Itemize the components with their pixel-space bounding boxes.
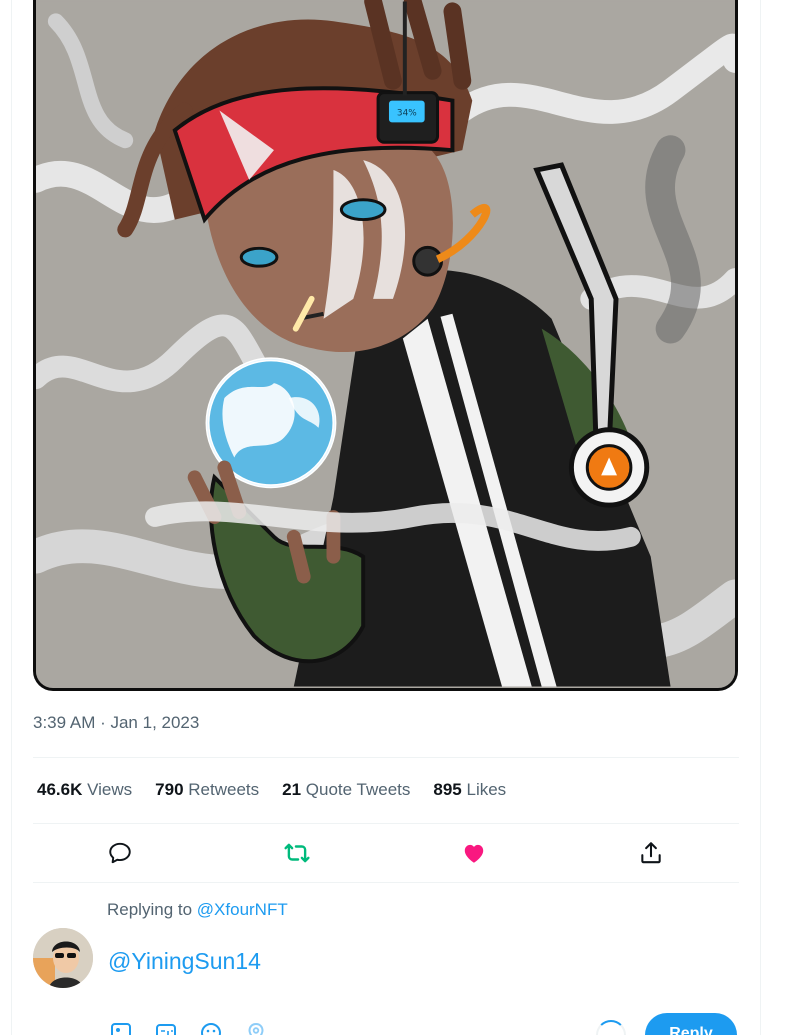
share-button[interactable]	[634, 836, 668, 870]
avatar[interactable]	[33, 928, 93, 988]
replying-prefix: Replying to	[107, 900, 193, 919]
tweet-stats: 46.6K Views 790 Retweets 21 Quote Tweets…	[37, 780, 529, 800]
stat-value: 46.6K	[37, 780, 83, 799]
stat-label: Retweets	[188, 780, 260, 799]
reply-composer-input[interactable]: @YiningSun14	[108, 948, 261, 975]
divider	[33, 882, 739, 883]
reply-submit-button[interactable]: Reply	[645, 1013, 737, 1035]
stat-quote-tweets[interactable]: 21 Quote Tweets	[282, 780, 410, 800]
emoji-icon	[201, 1023, 221, 1035]
composer-toolbar	[108, 1022, 288, 1035]
retweet-icon	[284, 843, 310, 863]
stat-label: Likes	[466, 780, 507, 799]
tweet-action-bar	[33, 836, 739, 870]
stat-retweets[interactable]: 790 Retweets	[155, 780, 259, 800]
stat-label: Quote Tweets	[305, 780, 411, 799]
location-icon	[248, 1022, 264, 1035]
nft-artwork: 34%	[36, 0, 735, 687]
tweet-image[interactable]: 34%	[33, 0, 738, 691]
comment-icon	[109, 842, 131, 864]
tweet-timestamp[interactable]: 3:39 AM · Jan 1, 2023	[33, 713, 199, 733]
replying-to: Replying to @XfourNFT	[107, 900, 288, 920]
share-icon	[641, 842, 661, 864]
add-image-button[interactable]	[108, 1022, 134, 1035]
stat-value: 21	[282, 780, 302, 799]
reply-button[interactable]	[103, 836, 137, 870]
heart-icon	[464, 844, 484, 863]
like-button[interactable]	[457, 836, 491, 870]
gif-icon	[156, 1024, 176, 1035]
retweet-button[interactable]	[280, 836, 314, 870]
stat-likes[interactable]: 895 Likes	[433, 780, 506, 800]
replying-handle-link[interactable]: @XfourNFT	[197, 900, 288, 919]
stat-value: 895	[433, 780, 462, 799]
stat-views[interactable]: 46.6K Views	[37, 780, 132, 800]
image-icon	[111, 1023, 131, 1035]
timestamp-text[interactable]: 3:39 AM · Jan 1, 2023	[33, 713, 199, 732]
user-avatar-image	[33, 928, 93, 988]
divider	[33, 757, 739, 758]
battery-indicator: 34%	[397, 108, 417, 118]
divider	[33, 823, 739, 824]
stat-value: 790	[155, 780, 184, 799]
stat-label: Views	[87, 780, 133, 799]
add-location-button[interactable]	[243, 1022, 269, 1035]
add-gif-button[interactable]	[153, 1022, 179, 1035]
add-emoji-button[interactable]	[198, 1022, 224, 1035]
